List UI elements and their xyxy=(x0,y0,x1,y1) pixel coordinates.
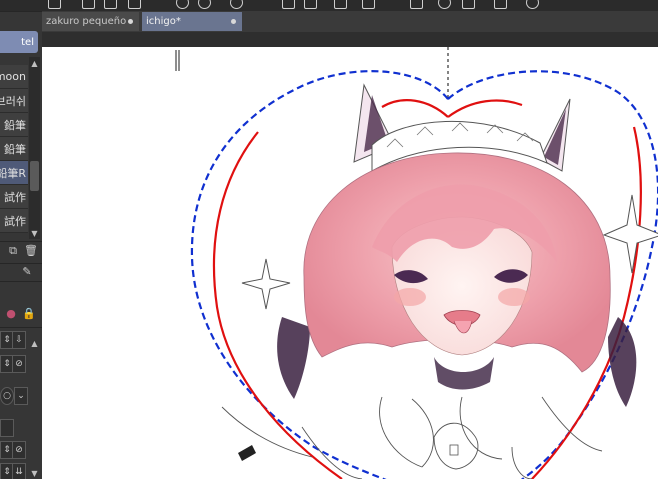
subtool-scrollbar[interactable] xyxy=(29,57,40,239)
subtool-panel: tel ▲ ▼ moon 브러쉬 鉛筆 鉛筆 鉛筆R 試作 試作 ⧉ 🗑 ✎ ●… xyxy=(0,11,42,479)
brush-item-brush[interactable]: 브러쉬 xyxy=(0,89,28,113)
help-icon[interactable] xyxy=(526,0,539,9)
main-toolbar xyxy=(0,0,658,11)
setting-box[interactable] xyxy=(0,419,14,437)
brush-item-pencil-2[interactable]: 鉛筆 xyxy=(0,137,28,161)
reset-icon[interactable]: ⊘ xyxy=(12,441,26,459)
select-icon[interactable] xyxy=(334,0,347,9)
tool-icon[interactable] xyxy=(48,0,61,9)
scroll-down-icon[interactable]: ▼ xyxy=(29,229,40,239)
brush-item-trial-1[interactable]: 試作 xyxy=(0,185,28,209)
divider xyxy=(0,327,42,328)
select-icon[interactable] xyxy=(410,0,423,9)
redo-icon[interactable] xyxy=(198,0,211,9)
document-tab-bar: zakuro pequeño ichigo* xyxy=(42,11,658,32)
tab-zakuro[interactable]: zakuro pequeño xyxy=(42,12,139,31)
scroll-up-icon[interactable]: ▲ xyxy=(29,59,40,69)
select-icon[interactable] xyxy=(438,0,451,9)
divider xyxy=(0,281,42,282)
brush-group-selected[interactable]: tel xyxy=(0,31,38,53)
spinner-icon[interactable] xyxy=(230,0,243,9)
canvas-area xyxy=(42,32,658,479)
transform-icon[interactable] xyxy=(304,0,317,9)
new-layer-icon[interactable]: ⧉ xyxy=(6,244,20,258)
tool-icon[interactable] xyxy=(82,0,95,9)
canvas-paper[interactable] xyxy=(42,47,658,479)
select-icon[interactable] xyxy=(362,0,375,9)
chevron-down-icon[interactable]: ⌄ xyxy=(14,387,28,405)
divider xyxy=(0,263,42,264)
brush-item-moon[interactable]: moon xyxy=(0,65,28,89)
brush-item-pencil-r[interactable]: 鉛筆R xyxy=(0,161,28,185)
tab-ichigo[interactable]: ichigo* xyxy=(142,12,242,31)
trash-icon[interactable]: 🗑 xyxy=(24,244,38,258)
brush-item-pencil-1[interactable]: 鉛筆 xyxy=(0,113,28,137)
scroll-up-icon[interactable]: ▲ xyxy=(29,339,40,349)
artwork-drawing xyxy=(175,47,658,479)
lock-icon[interactable]: 🔒 xyxy=(22,307,36,321)
tool-icon[interactable] xyxy=(104,0,117,9)
undo-icon[interactable] xyxy=(176,0,189,9)
brush-tip-icon[interactable]: ○ xyxy=(0,387,14,405)
tab-label: zakuro pequeño xyxy=(46,16,127,27)
subtool-scrollbar-thumb[interactable] xyxy=(30,161,39,191)
pen-icon[interactable]: ✎ xyxy=(20,265,34,279)
divider xyxy=(0,11,42,12)
download-icon[interactable]: ⇩ xyxy=(12,331,26,349)
tool-icon[interactable] xyxy=(128,0,141,9)
select-icon[interactable] xyxy=(462,0,475,9)
tab-close-icon[interactable] xyxy=(231,19,236,24)
chevron-double-down-icon[interactable]: ⇊ xyxy=(12,463,26,479)
tab-label: ichigo* xyxy=(146,16,181,27)
tab-close-icon[interactable] xyxy=(128,19,133,24)
fill-icon[interactable] xyxy=(282,0,295,9)
reset-icon[interactable]: ⊘ xyxy=(12,355,26,373)
scroll-down-icon[interactable]: ▼ xyxy=(29,469,40,479)
divider xyxy=(0,241,42,242)
brush-preview-icon: ● xyxy=(6,307,16,320)
brush-item-trial-2[interactable]: 試作 xyxy=(0,209,28,233)
phone-icon[interactable] xyxy=(494,0,507,9)
